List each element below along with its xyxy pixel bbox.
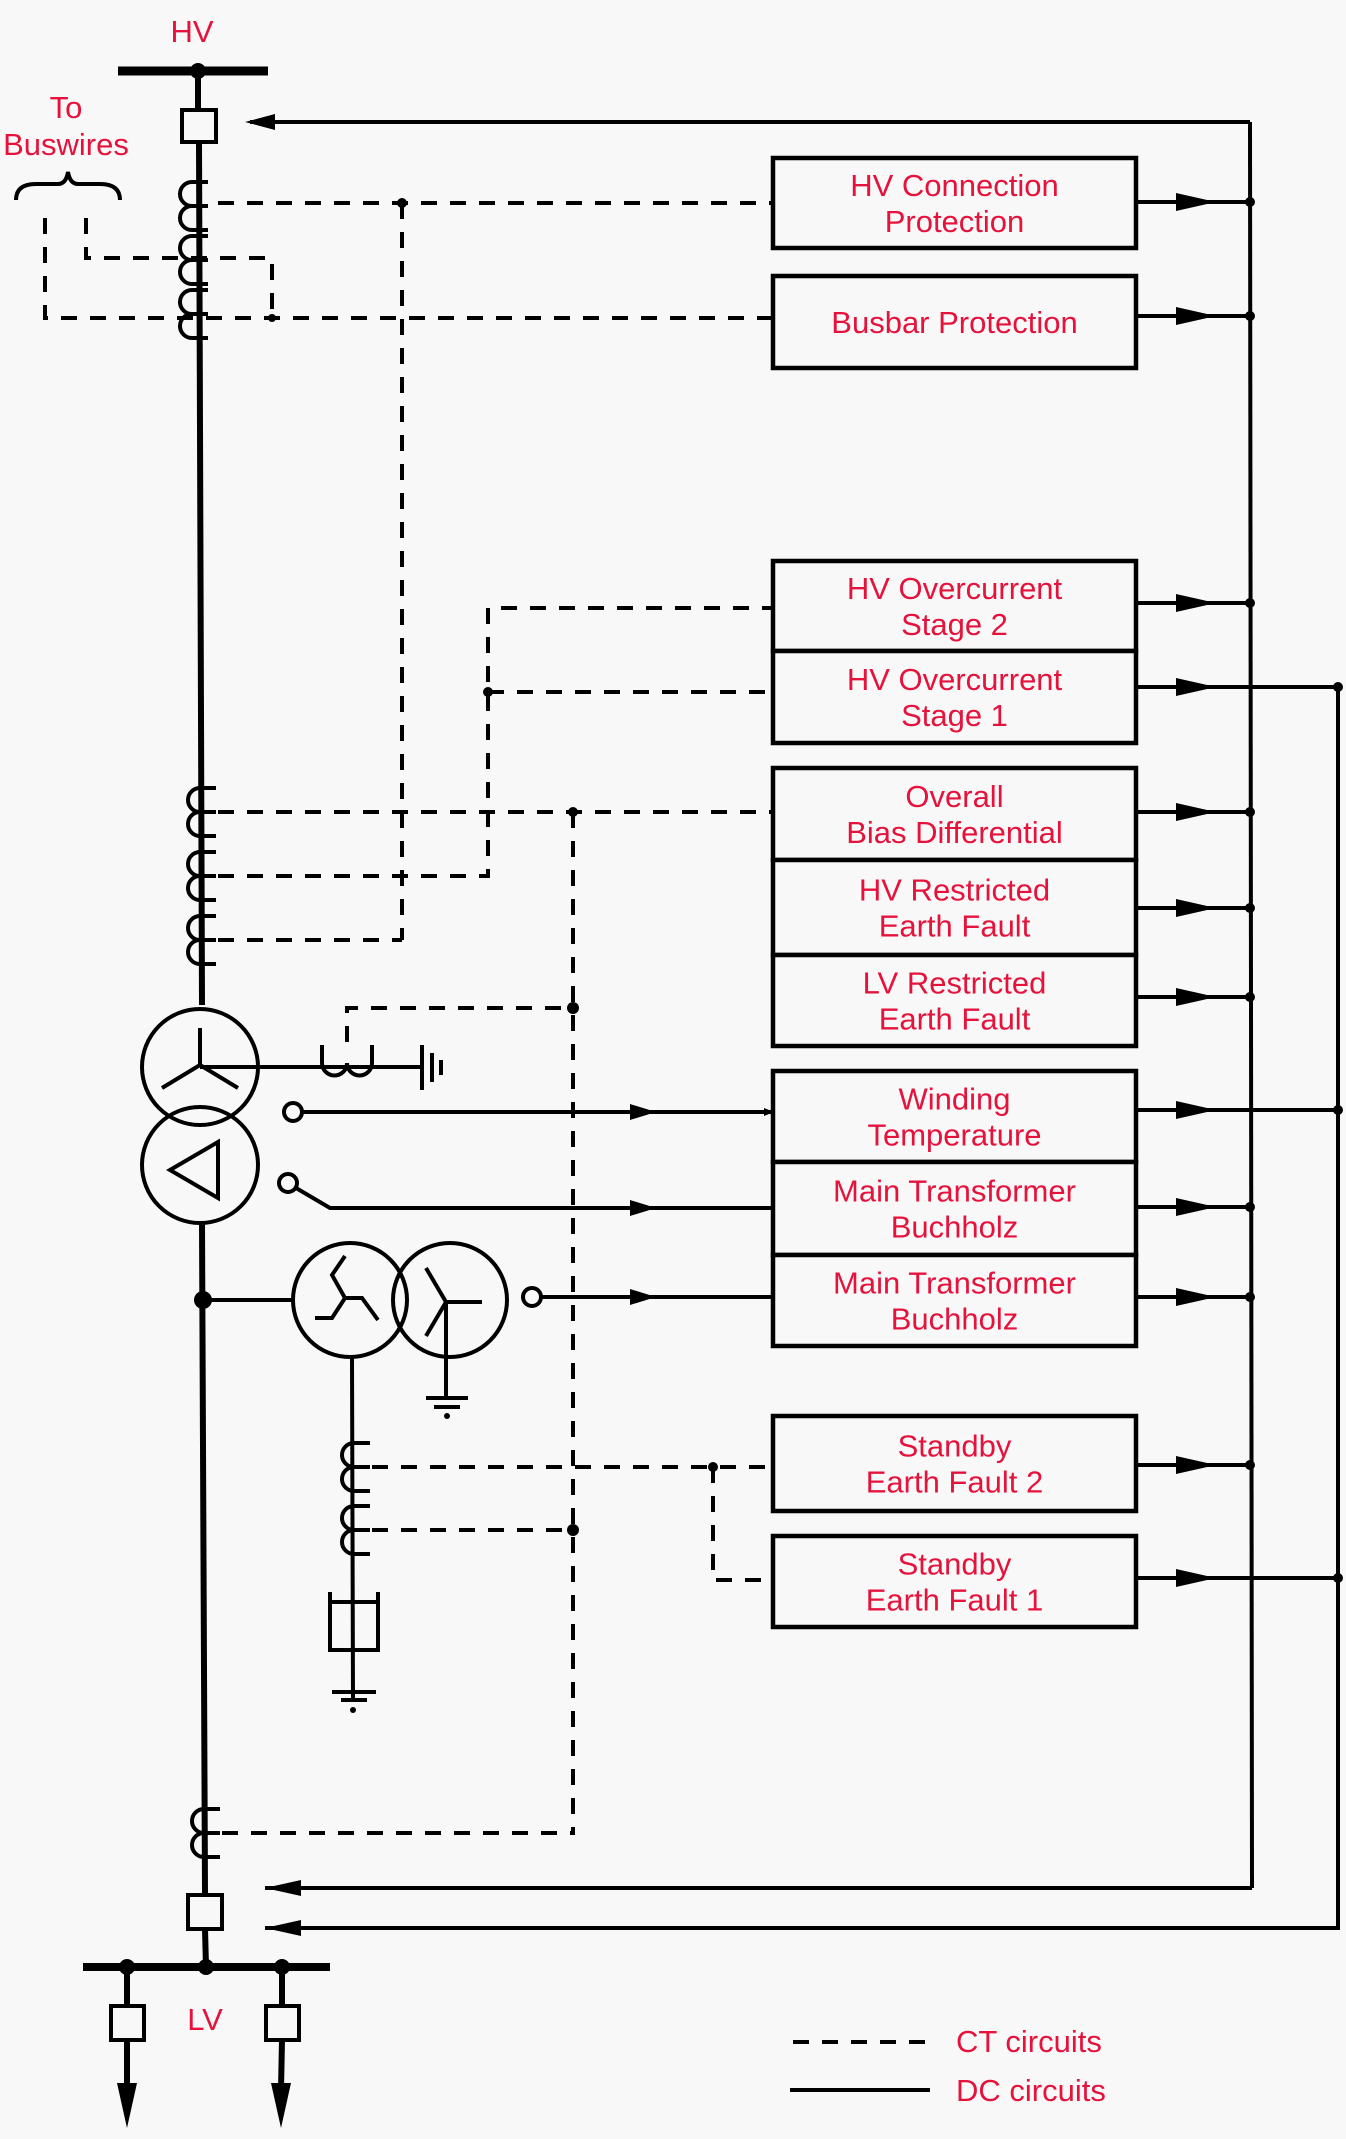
lv-label: LV [187,2002,223,2037]
relay-output-arrowhead [1176,1101,1216,1119]
relay-main-transformer-buchholz-2: Main TransformerBuchholz [770,1252,1139,1349]
bus-junction-dot [1245,1460,1255,1470]
ct-wire-standby-ef1 [711,1467,773,1582]
relay-boxes: HV ConnectionProtection Busbar Protection… [770,155,1139,1630]
main-transformer [140,1007,260,1225]
bus-junction-dot [1333,682,1343,692]
relay-label: Main Transformer [833,1174,1076,1209]
bus-junction-dot [1245,1292,1255,1302]
relay-label: Main Transformer [833,1266,1076,1301]
relay-hv-restricted-earth-fault: HV RestrictedEarth Fault [770,857,1139,958]
relay-output-arrowhead [1176,307,1216,325]
buswires-brace [14,171,122,201]
relay-label: Temperature [867,1118,1041,1153]
relay-label: Buchholz [891,1210,1019,1245]
relay-output-arrowhead [1176,594,1216,612]
relay-output-arrows [1136,193,1343,1587]
relay-label: Protection [885,204,1025,239]
ct-wire-neutral [345,1006,573,1042]
to-buswires-label-line1: To [50,90,83,125]
relay-lv-restricted-earth-fault: LV RestrictedEarth Fault [770,952,1139,1049]
relay-output-arrowhead [1176,1198,1216,1216]
relay-output-arrowhead [1176,1569,1216,1587]
hv-busbar [118,63,268,112]
relay-hv-overcurrent-stage-2: HV OvercurrentStage 2 [770,558,1139,654]
bus-junction-dot [1245,1202,1255,1212]
hv-label: HV [170,14,213,49]
neutral-earth-icon [420,1045,443,1090]
dc-wire-buchholz-1 [294,1186,773,1210]
bus-junction-dot [1245,903,1255,913]
lv-feeder-2 [264,1967,301,2128]
buchholz-contact-2 [521,1286,543,1308]
relay-hv-connection-protection: HV ConnectionProtection [770,155,1139,251]
relay-label: Bias Differential [846,815,1063,850]
legend: CT circuits DC circuits [790,2024,1106,2108]
bus-junction-dot [1245,197,1255,207]
bus-junction-dot [1245,311,1255,321]
bus-junction-dot [1245,807,1255,817]
neutral-ct-icon [320,1045,374,1078]
relay-output-arrowhead [1176,678,1216,696]
hv-circuit-breaker [180,108,218,144]
ct-wire-busbar [43,218,773,320]
lv-main-conductor [199,1222,208,1894]
relay-label: HV Overcurrent [847,662,1063,697]
relay-label: Stage 2 [901,607,1008,642]
relay-standby-earth-fault-2: StandbyEarth Fault 2 [770,1413,1139,1514]
to-buswires-label-line2: Buswires [3,127,129,162]
legend-dc-label: DC circuits [956,2073,1106,2108]
ct-wire-hv-oc-stage2 [218,606,773,878]
relay-output-arrowhead [1176,1288,1216,1306]
relay-label: Standby [898,1429,1012,1464]
relay-label: Busbar Protection [831,305,1077,340]
bus-junction-dot [1245,598,1255,608]
buchholz-contact [277,1172,299,1194]
relay-output-arrowhead [1176,899,1216,917]
relay-busbar-protection: Busbar Protection [770,273,1139,371]
lv-feeder-1 [109,1967,146,2128]
bus-junction-dot [1333,1573,1343,1583]
protection-scheme-diagram: HV To Buswires LV HV ConnectionProtectio… [3,14,1343,2128]
relay-label: Earth Fault 1 [866,1583,1043,1618]
relay-label: Earth Fault [879,909,1031,944]
relay-label: Winding [899,1082,1011,1117]
relay-output-arrowhead [1176,803,1216,821]
relay-label: Overall [905,779,1003,814]
relay-label: Earth Fault [879,1002,1031,1037]
dc-trip-bus-inner [1248,121,1254,1889]
relay-label: Earth Fault 2 [866,1465,1043,1500]
relay-standby-earth-fault-1: StandbyEarth Fault 1 [770,1533,1139,1630]
relay-label: Standby [898,1547,1012,1582]
relay-hv-overcurrent-stage-1: HV OvercurrentStage 1 [770,648,1139,746]
bus-junction-dot [1245,992,1255,1002]
relay-output-arrowhead [1176,988,1216,1006]
lv-circuit-breaker [186,1893,224,1931]
relay-overall-bias-differential: OverallBias Differential [770,765,1139,863]
relay-winding-temperature: WindingTemperature [770,1068,1139,1165]
relay-main-transformer-buchholz-1: Main TransformerBuchholz [770,1159,1139,1258]
relay-label: LV Restricted [863,966,1047,1001]
relay-label: HV Overcurrent [847,571,1063,606]
legend-ct-label: CT circuits [956,2024,1102,2059]
relay-label: HV Restricted [859,873,1050,908]
relay-label: HV Connection [850,168,1059,203]
relay-output-arrowhead [1176,193,1216,211]
earthing-transformer [291,1241,509,1419]
relay-label: Stage 1 [901,698,1008,733]
earthing-ct-stack [340,1441,370,1556]
relay-output-arrowhead [1176,1456,1216,1474]
bus-junction-dot [1333,1105,1343,1115]
winding-temp-contact [282,1101,304,1123]
relay-label: Buchholz [891,1302,1019,1337]
